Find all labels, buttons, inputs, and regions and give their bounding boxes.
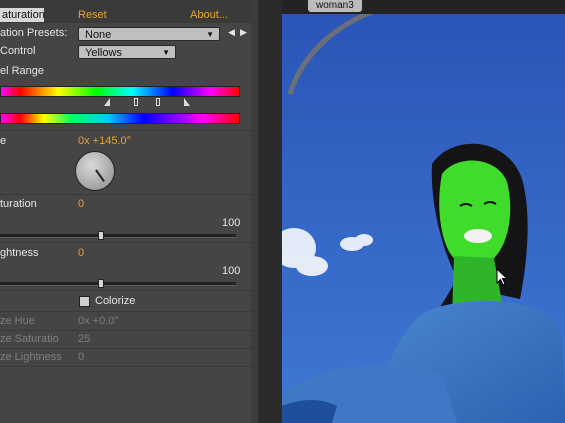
divider: [0, 130, 258, 131]
colorize-label: Colorize: [95, 295, 136, 307]
range-left-falloff-handle[interactable]: [104, 98, 110, 106]
lightness-label: ghtness: [0, 247, 39, 259]
hand: [282, 400, 337, 423]
hue-label: e: [0, 135, 7, 147]
saturation-max: 100: [222, 217, 241, 229]
divider: [0, 242, 258, 243]
tab-hue-saturation-label: aturation: [2, 9, 45, 21]
channel-range-markers[interactable]: [104, 98, 200, 110]
composition-viewer[interactable]: woman3: [282, 0, 565, 423]
divider: [0, 348, 258, 349]
about-link[interactable]: About...: [190, 9, 228, 21]
triangle-left-icon: ◀: [228, 27, 235, 37]
chevron-down-icon: ▼: [206, 30, 214, 39]
face: [439, 160, 511, 267]
divider: [0, 330, 258, 331]
colorize-hue-value: 0x +0.0°: [78, 315, 119, 327]
presets-dropdown[interactable]: None ▼: [78, 27, 220, 41]
saturation-label: turation: [0, 198, 37, 210]
range-left-handle[interactable]: [134, 98, 138, 106]
range-right-falloff-handle[interactable]: [184, 98, 190, 106]
colorize-saturation-label: ze Saturatio: [0, 333, 59, 345]
presets-label: ation Presets:: [0, 27, 68, 39]
hue-dial[interactable]: [75, 151, 115, 191]
viewer-image[interactable]: [282, 14, 565, 423]
prev-preset-button[interactable]: ◀: [228, 27, 235, 38]
panel-divider[interactable]: [258, 0, 282, 423]
next-preset-button[interactable]: ▶: [240, 27, 247, 38]
colorize-hue-label: ze Hue: [0, 315, 35, 327]
lightness-slider-track[interactable]: [0, 282, 236, 286]
saturation-slider-thumb[interactable]: [98, 231, 104, 240]
lightness-value[interactable]: 0: [78, 247, 84, 259]
range-right-handle[interactable]: [156, 98, 160, 106]
lightness-slider-thumb[interactable]: [98, 279, 104, 288]
tab-hue-saturation[interactable]: aturation: [0, 8, 45, 22]
channel-range-label: el Range: [0, 65, 45, 77]
channel-range-bottom-spectrum: [0, 113, 240, 124]
colorize-checkbox[interactable]: [79, 296, 90, 307]
mouse-pointer-icon: [496, 267, 509, 289]
channel-control-value: Yellows: [85, 47, 122, 59]
channel-control-label: Control: [0, 45, 36, 57]
saturation-value[interactable]: 0: [78, 198, 84, 210]
effect-controls-panel: aturation Reset About... ation Presets: …: [0, 0, 258, 423]
colorize-lightness-label: ze Lightness: [0, 351, 62, 363]
colorize-saturation-value: 25: [78, 333, 91, 345]
panel-scroll-edge[interactable]: [251, 0, 258, 423]
divider: [0, 194, 258, 195]
divider: [0, 366, 258, 367]
hue-dial-pointer: [95, 169, 105, 183]
lightness-max: 100: [222, 265, 241, 277]
viewer-tab-label: woman3: [316, 0, 354, 11]
triangle-right-icon: ▶: [240, 27, 247, 37]
chevron-down-icon: ▼: [162, 48, 170, 57]
reset-link[interactable]: Reset: [78, 9, 107, 21]
smile: [464, 229, 492, 243]
channel-control-dropdown[interactable]: Yellows ▼: [78, 45, 176, 59]
presets-value: None: [85, 29, 112, 41]
divider: [0, 290, 258, 291]
viewer-tab[interactable]: woman3: [308, 0, 362, 12]
channel-range-top-spectrum: [0, 86, 240, 97]
colorize-lightness-value: 0: [78, 351, 85, 363]
divider: [0, 311, 258, 312]
hue-value[interactable]: 0x +145.0°: [78, 135, 131, 147]
saturation-slider-track[interactable]: [0, 234, 236, 238]
